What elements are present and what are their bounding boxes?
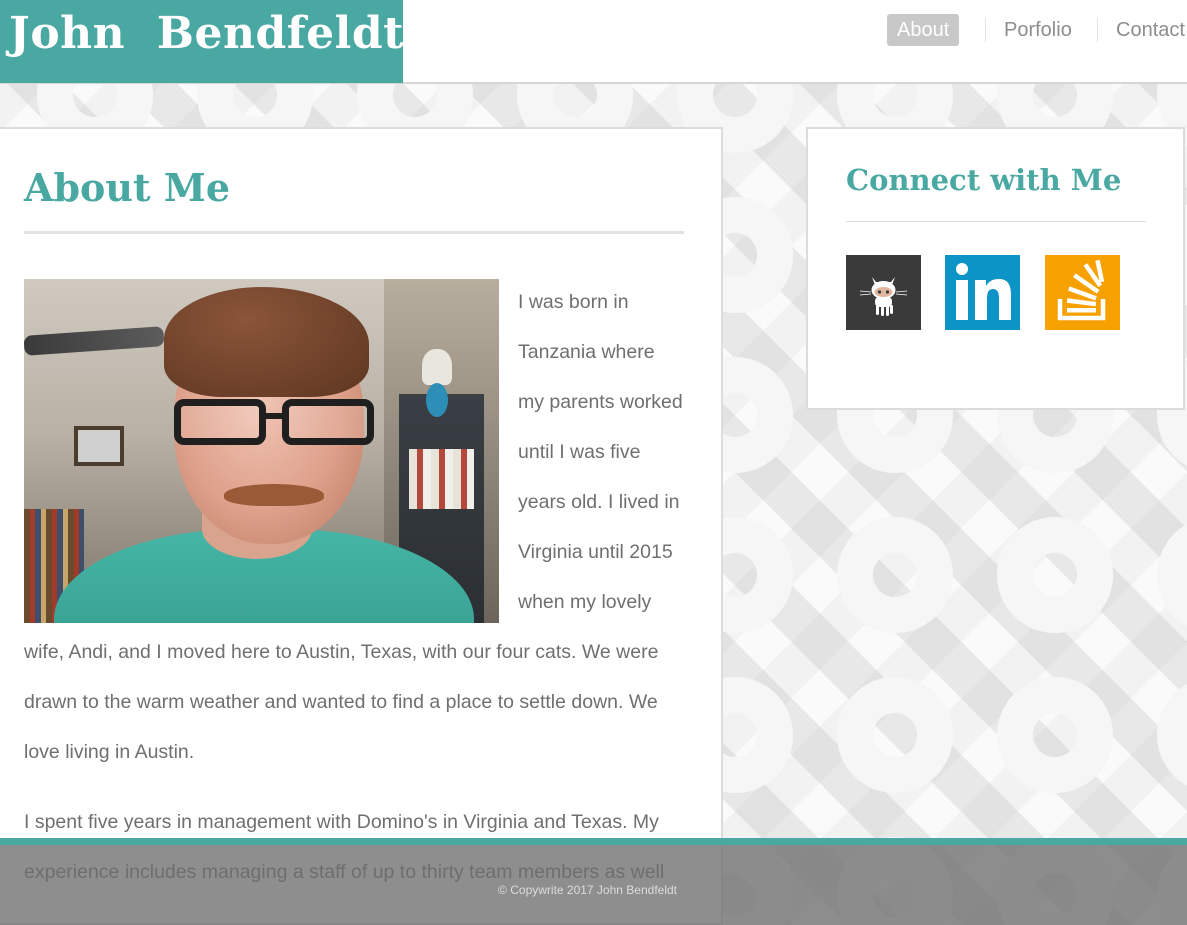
linkedin-link[interactable] [945,255,1020,330]
github-octocat-icon [859,277,908,316]
nav-link-contact[interactable]: Contact [1106,14,1187,46]
about-card: About Me I was born in Tanzania where my… [0,127,723,925]
nav-link-portfolio[interactable]: Porfolio [994,14,1082,46]
linkedin-icon [956,263,1011,320]
main-nav: About Porfolio Contact [0,14,1187,48]
connect-card: Connect with Me [806,127,1185,410]
github-link[interactable] [846,255,921,330]
stack-overflow-icon [1057,259,1106,321]
about-body: I was born in Tanzania where my parents … [24,277,684,917]
site-footer: © Copywrite 2017 John Bendfeldt [0,838,1187,925]
copyright-text: © Copywrite 2017 John Bendfeldt [498,883,677,897]
nav-link-about[interactable]: About [887,14,960,46]
nav-separator [1097,18,1098,42]
stack-overflow-link[interactable] [1045,255,1120,330]
nav-separator [985,18,986,42]
connect-title: Connect with Me [846,163,1122,197]
profile-photo [24,279,499,623]
about-title: About Me [24,165,231,210]
site-header: John Bendfeldt About Porfolio Contact [0,0,1187,84]
connect-divider [846,221,1146,222]
about-divider [24,231,684,234]
